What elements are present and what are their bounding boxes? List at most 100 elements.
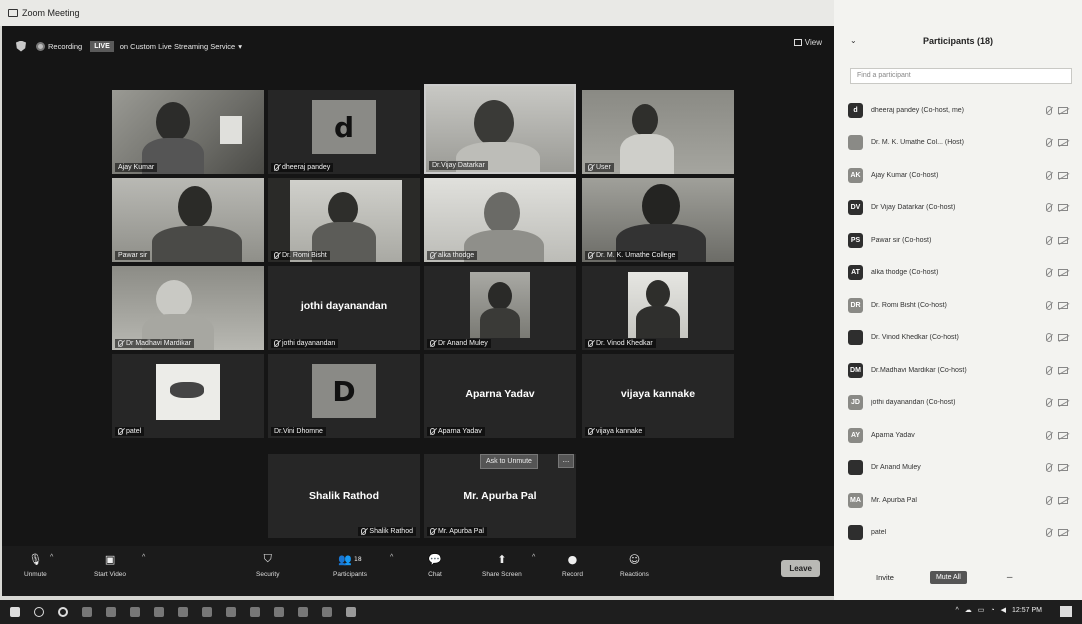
mic-muted-icon [430, 528, 435, 535]
video-tile[interactable]: jothi dayanandan jothi dayanandan [268, 266, 420, 350]
participant-list-item[interactable]: DR Dr. Romi Bisht (Co-host) [834, 289, 1082, 322]
video-tile[interactable]: alka thodge [424, 178, 576, 262]
participant-name-tag: alka thodge [427, 251, 478, 260]
view-button[interactable]: View [793, 38, 822, 47]
more-options-button[interactable]: – [1007, 572, 1013, 583]
share-screen-button[interactable]: ⬆ Share Screen [482, 552, 522, 579]
person-head [488, 282, 512, 310]
video-tile[interactable]: Dr Madhavi Mardikar [112, 266, 264, 350]
share-options-chevron-icon[interactable]: ^ [532, 554, 535, 561]
participant-list-item[interactable]: DM Dr.Madhavi Mardikar (Co-host) [834, 354, 1082, 387]
participants-panel: ⌄ Participants (18) Find a participant d… [834, 0, 1082, 600]
video-tile[interactable]: Pawar sir [112, 178, 264, 262]
app-icon[interactable] [250, 607, 260, 617]
mic-muted-icon [430, 428, 435, 435]
live-badge: LIVE [90, 40, 114, 52]
video-tile[interactable]: patel [112, 354, 264, 438]
app-icon[interactable] [322, 607, 332, 617]
person-body [620, 134, 674, 174]
task-view-icon[interactable] [82, 607, 92, 617]
participant-status-icons [1046, 105, 1068, 115]
browser-icon[interactable] [106, 607, 116, 617]
mic-muted-icon [274, 340, 279, 347]
participant-list-item[interactable]: d dheeraj pandey (Co-host, me) [834, 94, 1082, 127]
video-tile-active-speaker[interactable]: Dr.Vijay Datarkar [424, 84, 576, 174]
video-tile[interactable]: Dr Anand Muley [424, 266, 576, 350]
meeting-topbar: Recording LIVE on Custom Live Streaming … [2, 26, 834, 66]
video-tile[interactable]: Shalik Rathod Shalik Rathod [268, 454, 420, 538]
video-tile[interactable]: vijaya kannake vijaya kannake [582, 354, 734, 438]
participant-list-item[interactable]: MA Mr. Apurba Pal [834, 484, 1082, 517]
network-icon[interactable]: ◔ [990, 607, 994, 614]
video-tile[interactable]: D Dr.Vini Dhomne [268, 354, 420, 438]
participants-options-chevron-icon[interactable]: ^ [390, 554, 393, 561]
unmute-button[interactable]: 🎙 Unmute [24, 552, 47, 579]
mic-muted-icon [1046, 333, 1052, 343]
security-button[interactable]: ⛉ Security [256, 552, 279, 578]
app-icon[interactable] [274, 607, 284, 617]
participant-list-item[interactable]: patel [834, 517, 1082, 550]
camera-off-icon [1058, 431, 1068, 439]
live-service-dropdown[interactable]: on Custom Live Streaming Service ▾ [120, 42, 242, 51]
participant-list-item[interactable]: AK Ajay Kumar (Co-host) [834, 159, 1082, 192]
participant-name: dheeraj pandey (Co-host, me) [871, 106, 964, 114]
participant-list-item[interactable]: DV Dr Vijay Datarkar (Co-host) [834, 192, 1082, 225]
windows-start-icon[interactable] [10, 607, 20, 617]
person-head [632, 104, 658, 136]
camera-off-icon [1058, 301, 1068, 309]
zoom-taskbar-icon[interactable] [346, 607, 356, 617]
notification-center-icon[interactable] [1060, 606, 1072, 617]
record-button[interactable]: ● Record [562, 552, 583, 579]
participants-button[interactable]: 👥 18 Participants [330, 552, 370, 579]
battery-icon[interactable]: ▭ [978, 606, 985, 614]
participant-list-item[interactable]: Dr. Vinod Khedkar (Co-host) [834, 322, 1082, 355]
cloud-icon[interactable]: ☁ [965, 606, 972, 614]
mic-muted-icon [1046, 268, 1052, 278]
participant-list-item[interactable]: Dr Anand Muley [834, 452, 1082, 485]
chat-button[interactable]: 💬 Chat [428, 552, 442, 579]
mic-muted-icon [274, 252, 279, 259]
video-tile[interactable]: Dr. M. K. Umathe College [582, 178, 734, 262]
video-tile[interactable]: d dheeraj pandey [268, 90, 420, 174]
participant-list-item[interactable]: JD jothi dayanandan (Co-host) [834, 387, 1082, 420]
invite-button[interactable]: Invite [876, 573, 894, 582]
mail-icon[interactable] [154, 607, 164, 617]
volume-icon[interactable]: ◀ [1001, 606, 1006, 614]
store-icon[interactable] [130, 607, 140, 617]
tray-overflow-chevron-icon[interactable]: ^ [955, 607, 958, 614]
video-options-chevron-icon[interactable]: ^ [142, 554, 145, 561]
participant-name-tag: vijaya kannake [585, 427, 646, 436]
video-tile[interactable]: Dr. Romi Bisht [268, 178, 420, 262]
encryption-shield-icon[interactable] [16, 40, 26, 52]
cortana-icon[interactable] [58, 607, 68, 617]
app-icon[interactable] [298, 607, 308, 617]
participant-search-input[interactable]: Find a participant [850, 68, 1072, 84]
person-head [484, 192, 520, 234]
grid-view-icon [793, 39, 802, 46]
reactions-button[interactable]: ☺ Reactions [620, 552, 649, 579]
participant-status-icons [1046, 170, 1068, 180]
video-tile[interactable]: Dr. Vinod Khedkar [582, 266, 734, 350]
start-video-button[interactable]: ▣ Start Video [94, 552, 126, 579]
participants-label: Participants [333, 571, 367, 578]
leave-button[interactable]: Leave [781, 560, 820, 577]
video-tile[interactable]: Ajay Kumar [112, 90, 264, 174]
mute-all-button[interactable]: Mute All [929, 570, 967, 584]
mic-muted-icon [1046, 430, 1052, 440]
video-tile[interactable]: Aparna Yadav Aparna Yadav [424, 354, 576, 438]
search-icon[interactable] [34, 607, 44, 617]
participant-list-item[interactable]: PS Pawar sir (Co-host) [834, 224, 1082, 257]
ask-to-unmute-button[interactable]: Ask to Unmute [480, 454, 538, 469]
participant-avatar: JD [848, 395, 863, 411]
app-icon[interactable] [202, 607, 212, 617]
participant-list-item[interactable]: AY Aparna Yadav [834, 419, 1082, 452]
file-explorer-icon[interactable] [178, 607, 188, 617]
clock[interactable]: 12:57 PM [1012, 607, 1042, 614]
participant-list-item[interactable]: Dr. M. K. Umathe Col... (Host) [834, 127, 1082, 160]
camera-off-icon [1058, 366, 1068, 374]
participant-list-item[interactable]: AT alka thodge (Co-host) [834, 257, 1082, 290]
video-tile[interactable]: User [582, 90, 734, 174]
audio-options-chevron-icon[interactable]: ^ [50, 554, 53, 561]
tile-more-button[interactable]: ... [558, 454, 574, 468]
app-icon[interactable] [226, 607, 236, 617]
